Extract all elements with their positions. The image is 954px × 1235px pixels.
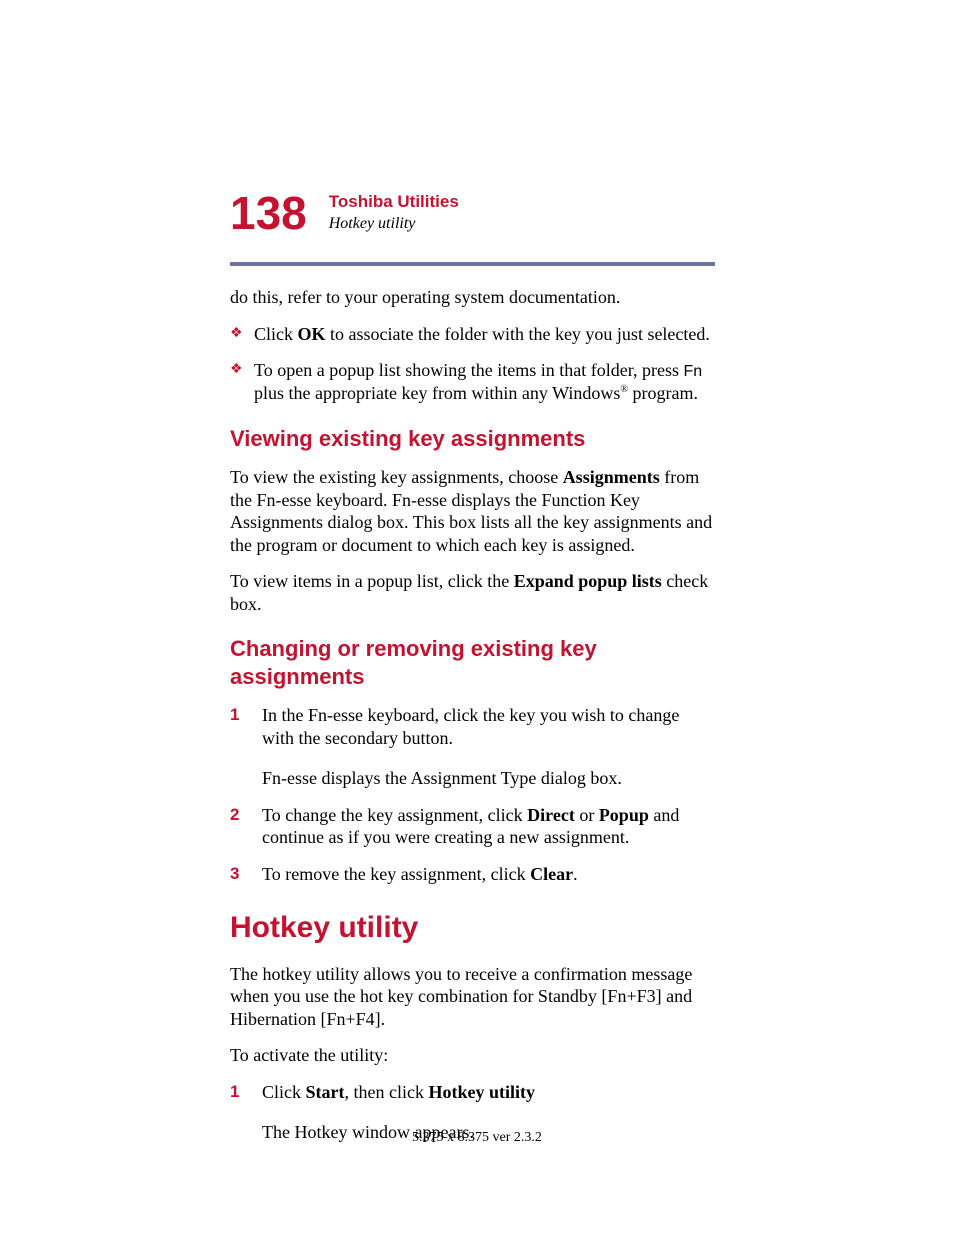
text: To open a popup list showing the items i… (254, 360, 683, 380)
step-number: 1 (230, 1081, 262, 1104)
intro-tail: do this, refer to your operating system … (230, 286, 715, 309)
heading-viewing: Viewing existing key assignments (230, 425, 715, 453)
page-content: do this, refer to your operating system … (230, 286, 715, 1158)
num-item: 1 Click Start, then click Hotkey utility (230, 1081, 715, 1104)
step-body: In the Fn-esse keyboard, click the key y… (262, 704, 715, 749)
text-bold: OK (298, 324, 326, 344)
chapter-title: Toshiba Utilities (329, 192, 459, 212)
num-item: 3 To remove the key assignment, click Cl… (230, 863, 715, 886)
text: , then click (345, 1082, 429, 1102)
bullet-icon: ❖ (230, 359, 254, 405)
text-bold: Assignments (563, 467, 660, 487)
text: or (575, 805, 599, 825)
header-text: Toshiba Utilities Hotkey utility (329, 192, 459, 233)
heading-hotkey: Hotkey utility (230, 909, 715, 947)
text: Click (262, 1082, 306, 1102)
step-body: Click Start, then click Hotkey utility (262, 1081, 715, 1104)
step-body: To change the key assignment, click Dire… (262, 804, 715, 849)
fn-key: Fn (683, 363, 702, 380)
section-title: Hotkey utility (329, 215, 459, 233)
document-page: 138 Toshiba Utilities Hotkey utility do … (0, 0, 954, 1235)
heading-changing: Changing or removing existing key assign… (230, 635, 715, 690)
bullet-body: Click OK to associate the folder with th… (254, 323, 715, 346)
text-bold: Popup (599, 805, 649, 825)
text-bold: Clear (530, 864, 573, 884)
num-item: 1 In the Fn-esse keyboard, click the key… (230, 704, 715, 749)
text-bold: Hotkey utility (428, 1082, 535, 1102)
bullet-icon: ❖ (230, 323, 254, 346)
registered-mark: ® (620, 384, 628, 395)
page-footer: 5.375 x 8.375 ver 2.3.2 (0, 1130, 954, 1146)
paragraph: The hotkey utility allows you to receive… (230, 963, 715, 1031)
step-body: To remove the key assignment, click Clea… (262, 863, 715, 886)
header-rule (230, 262, 715, 266)
text: . (573, 864, 578, 884)
text-bold: Expand popup lists (514, 571, 662, 591)
text: plus the appropriate key from within any… (254, 383, 620, 403)
text: to associate the folder with the key you… (326, 324, 710, 344)
text: To view items in a popup list, click the (230, 571, 514, 591)
text: To change the key assignment, click (262, 805, 527, 825)
bullet-item: ❖ To open a popup list showing the items… (230, 359, 715, 405)
text: To remove the key assignment, click (262, 864, 530, 884)
bullet-body: To open a popup list showing the items i… (254, 359, 715, 405)
text: Click (254, 324, 298, 344)
text: program. (628, 383, 698, 403)
paragraph: To view items in a popup list, click the… (230, 570, 715, 615)
page-header: 138 Toshiba Utilities Hotkey utility (230, 190, 715, 236)
num-item: 2 To change the key assignment, click Di… (230, 804, 715, 849)
step-sub: Fn-esse displays the Assignment Type dia… (262, 767, 715, 790)
page-number: 138 (230, 190, 307, 236)
text: To view the existing key assignments, ch… (230, 467, 563, 487)
text-bold: Start (306, 1082, 345, 1102)
step-number: 2 (230, 804, 262, 849)
step-number: 3 (230, 863, 262, 886)
paragraph: To activate the utility: (230, 1044, 715, 1067)
step-number: 1 (230, 704, 262, 749)
bullet-item: ❖ Click OK to associate the folder with … (230, 323, 715, 346)
text-bold: Direct (527, 805, 575, 825)
paragraph: To view the existing key assignments, ch… (230, 466, 715, 556)
